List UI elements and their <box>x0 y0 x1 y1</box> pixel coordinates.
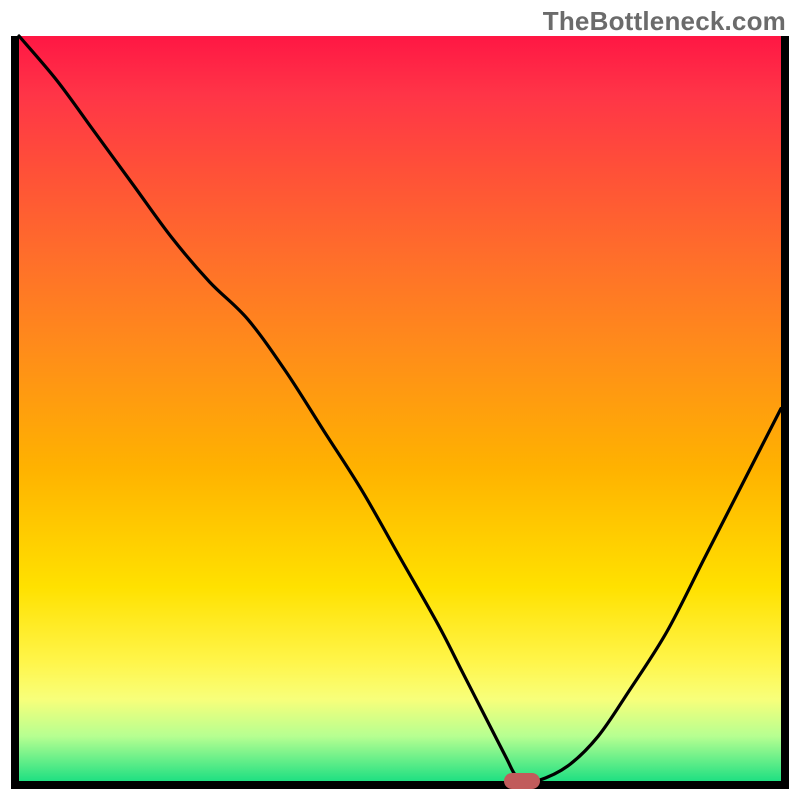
optimum-marker <box>504 773 540 789</box>
bottleneck-curve <box>19 36 781 782</box>
chart-container: TheBottleneck.com <box>0 0 800 800</box>
watermark-text: TheBottleneck.com <box>543 6 786 37</box>
plot-area <box>11 36 789 789</box>
curve-svg <box>19 36 781 781</box>
